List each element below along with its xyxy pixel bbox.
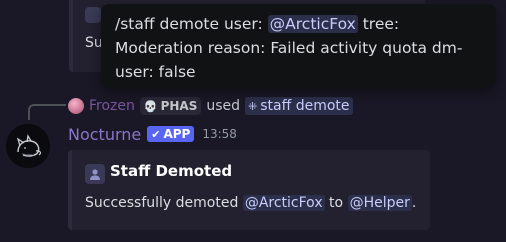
command-tooltip: /staff demote user: @ArcticFox tree: Mod… <box>101 4 496 88</box>
embed-author-icon <box>85 164 105 184</box>
previous-embed-icon <box>85 7 101 23</box>
reply-used-text: used <box>206 98 241 114</box>
reply-author-avatar[interactable] <box>68 98 84 114</box>
message-header: Nocturne ✔ APP 13:58 <box>68 123 237 145</box>
app-badge-label: APP <box>163 127 191 141</box>
tooltip-command-suffix: tree: <box>357 15 400 33</box>
embed-desc-suffix: . <box>411 195 417 211</box>
reply-connector <box>28 104 66 120</box>
user-mention[interactable]: @ArcticFox <box>242 195 325 211</box>
embed-title: Staff Demoted <box>110 162 233 180</box>
tooltip-line-1: /staff demote user: @ArcticFox tree: <box>115 12 484 36</box>
skull-icon: 💀 <box>143 99 158 113</box>
tooltip-command-prefix: /staff demote user: <box>115 15 268 33</box>
message-timestamp[interactable]: 13:58 <box>202 127 237 141</box>
command-icon: ⁜ <box>248 99 258 113</box>
chat-view: Suc Frozen 💀 PHAS used ⁜ staff demote No… <box>0 0 506 242</box>
reply-reference[interactable]: Frozen 💀 PHAS used ⁜ staff demote <box>68 96 353 116</box>
server-tag[interactable]: 💀 PHAS <box>139 97 202 115</box>
server-tag-label: PHAS <box>160 99 198 113</box>
embed-desc-middle: to <box>324 195 348 211</box>
embed-description: Successfully demoted @ArcticFox to @Help… <box>85 195 416 211</box>
role-mention[interactable]: @Helper <box>347 195 412 211</box>
slash-command-label: staff demote <box>260 98 350 114</box>
embed-desc-prefix: Successfully demoted <box>85 195 243 211</box>
message-author-name[interactable]: Nocturne <box>68 125 141 144</box>
tooltip-user-mention: @ArcticFox <box>267 15 358 33</box>
tooltip-line-3: user: false <box>115 63 196 81</box>
reply-author-name[interactable]: Frozen <box>89 98 135 114</box>
author-avatar[interactable] <box>6 124 50 168</box>
slash-command-mention[interactable]: ⁜ staff demote <box>245 97 353 115</box>
app-badge: ✔ APP <box>147 126 195 142</box>
fox-icon <box>6 124 50 168</box>
checkmark-icon: ✔ <box>151 127 161 141</box>
user-icon <box>90 169 100 180</box>
tooltip-line-2: Moderation reason: Failed activity quota… <box>115 39 463 57</box>
